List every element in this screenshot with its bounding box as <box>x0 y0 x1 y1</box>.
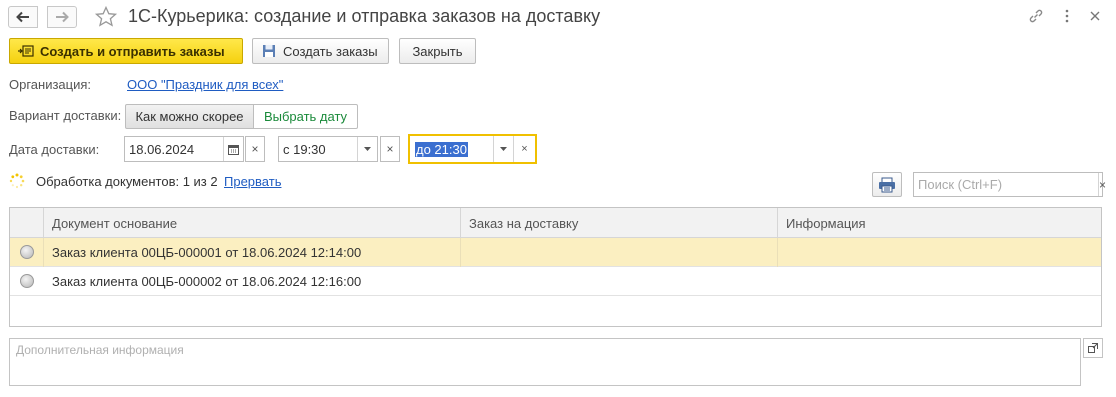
clear-icon: × <box>521 143 528 155</box>
close-label: Закрыть <box>412 43 463 59</box>
table-header: Документ основание Заказ на доставку Инф… <box>10 208 1101 238</box>
column-header-delivery-order[interactable]: Заказ на доставку <box>460 208 777 238</box>
delivery-date-label: Дата доставки: <box>9 142 100 157</box>
time-to-value-wrap: до 21:30 <box>410 136 493 162</box>
cell-delivery-order <box>460 238 777 267</box>
favorite-star-icon[interactable] <box>94 5 118 29</box>
cell-info <box>777 238 1101 267</box>
back-button[interactable] <box>8 6 38 28</box>
column-header-info[interactable]: Информация <box>777 208 1101 238</box>
time-to-field[interactable]: до 21:30 × <box>408 134 537 164</box>
dropdown-arrow-icon[interactable] <box>493 136 513 162</box>
time-from-value: с 19:30 <box>283 141 326 157</box>
save-icon <box>261 43 277 59</box>
window-title: 1С-Курьерика: создание и отправка заказо… <box>128 6 601 26</box>
open-editor-button[interactable] <box>1083 338 1103 358</box>
organization-link[interactable]: ООО "Праздник для всех" <box>127 77 283 92</box>
arrow-right-icon <box>56 11 69 23</box>
dropdown-arrow-icon[interactable] <box>357 137 377 161</box>
time-from-clear-button[interactable]: × <box>380 136 400 162</box>
cell-document: Заказ клиента 00ЦБ-000002 от 18.06.2024 … <box>52 274 362 289</box>
cell-document: Заказ клиента 00ЦБ-000001 от 18.06.2024 … <box>43 238 461 267</box>
search-box[interactable]: × <box>913 172 1106 197</box>
organization-label: Организация: <box>9 77 92 92</box>
delivery-date-value: 18.06.2024 <box>129 141 195 157</box>
option-choose-date[interactable]: Выбрать дату <box>253 104 358 129</box>
expand-icon <box>1088 343 1098 353</box>
arrow-left-icon <box>16 11 29 23</box>
create-orders-label: Создать заказы <box>283 43 378 59</box>
clear-icon: × <box>1099 177 1107 192</box>
delivery-variant-label: Вариант доставки: <box>9 108 122 123</box>
send-orders-icon <box>18 43 34 59</box>
delivery-date-clear-button[interactable]: × <box>245 136 265 162</box>
additional-info-box[interactable] <box>9 338 1081 386</box>
interrupt-link[interactable]: Прервать <box>224 174 281 189</box>
column-header-document[interactable]: Документ основание <box>43 208 461 238</box>
close-icon[interactable] <box>1085 6 1105 26</box>
table-row[interactable]: Заказ клиента 00ЦБ-000001 от 18.06.2024 … <box>10 238 1101 267</box>
option-asap[interactable]: Как можно скорее <box>125 104 254 129</box>
delivery-date-field[interactable]: 18.06.2024 <box>124 136 244 162</box>
row-status-icon <box>20 274 34 288</box>
forward-button[interactable] <box>47 6 77 28</box>
link-icon[interactable] <box>1026 6 1046 26</box>
documents-table[interactable]: Документ основание Заказ на доставку Инф… <box>9 207 1102 327</box>
search-input[interactable] <box>914 173 1098 196</box>
more-vertical-icon[interactable] <box>1057 6 1077 26</box>
clear-icon: × <box>251 142 259 156</box>
row-status-icon <box>20 245 34 259</box>
search-settings-button[interactable] <box>872 172 902 197</box>
create-and-send-orders-button[interactable]: Создать и отправить заказы <box>9 38 243 64</box>
additional-info-textarea[interactable] <box>10 339 1080 385</box>
close-button[interactable]: Закрыть <box>399 38 476 64</box>
create-and-send-orders-label: Создать и отправить заказы <box>40 43 225 59</box>
loading-spinner-icon <box>9 173 25 189</box>
print-icon <box>879 177 895 192</box>
cell-info <box>777 267 1101 296</box>
calendar-icon[interactable] <box>223 137 243 161</box>
clear-icon: × <box>386 142 394 156</box>
time-to-clear-button[interactable]: × <box>513 136 535 162</box>
search-clear-button[interactable]: × <box>1098 173 1106 196</box>
time-from-field[interactable]: с 19:30 <box>278 136 378 162</box>
cell-delivery-order <box>460 267 777 296</box>
processing-status-text: Обработка документов: 1 из 2 <box>36 174 218 189</box>
table-row[interactable]: Заказ клиента 00ЦБ-000002 от 18.06.2024 … <box>10 267 1101 296</box>
time-to-value: до 21:30 <box>415 141 468 157</box>
create-orders-button[interactable]: Создать заказы <box>252 38 389 64</box>
